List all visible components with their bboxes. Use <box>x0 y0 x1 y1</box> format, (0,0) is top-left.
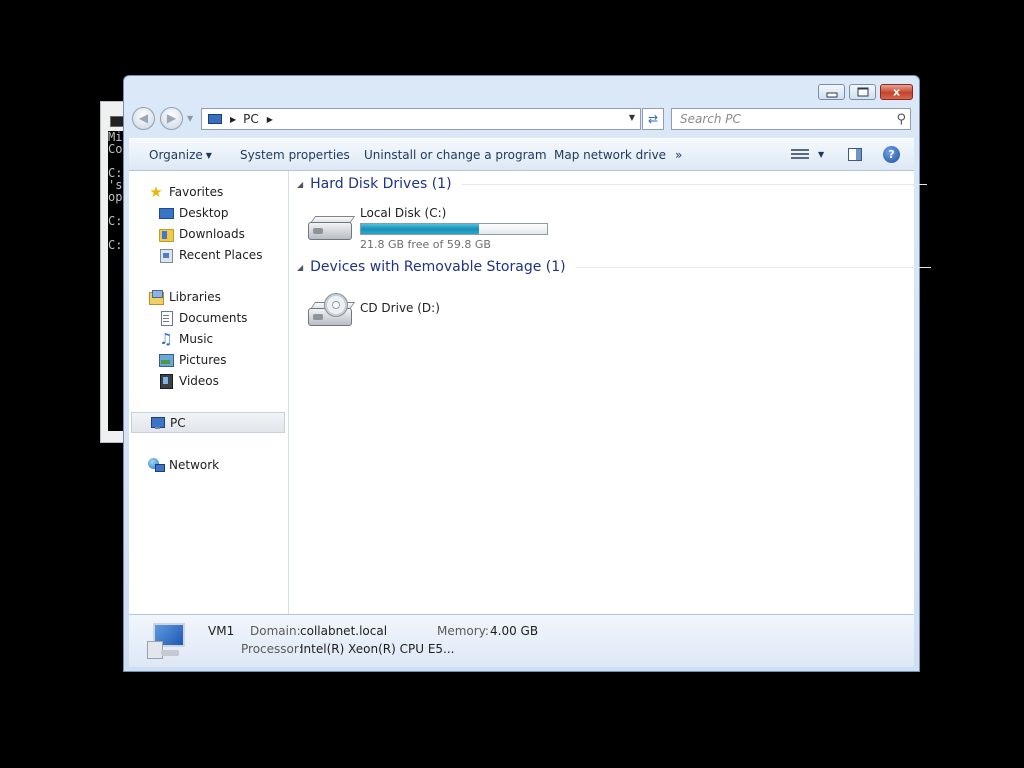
drive-usage-fill <box>361 224 480 234</box>
recent-places-icon <box>158 247 174 263</box>
computer-monitor-icon <box>147 621 191 661</box>
search-placeholder: Search PC <box>680 112 741 126</box>
forward-button[interactable]: ▶ <box>160 107 183 130</box>
domain-label: Domain: <box>250 624 301 638</box>
minimize-icon <box>826 92 837 98</box>
more-commands-button[interactable]: » <box>675 148 682 162</box>
group-divider <box>461 183 927 185</box>
drive-cd-d[interactable]: CD Drive (D:) <box>306 291 440 335</box>
drive-free-space: 21.8 GB free of 59.8 GB <box>360 238 491 251</box>
computer-name: VM1 <box>208 624 235 638</box>
maximize-icon <box>857 87 868 97</box>
change-view-icon[interactable] <box>791 147 813 163</box>
chevron-down-icon: ▼ <box>205 151 212 160</box>
cd-drive-icon <box>306 291 358 335</box>
uninstall-program-button[interactable]: Uninstall or change a program <box>364 148 547 162</box>
star-icon: ★ <box>149 182 163 201</box>
network-icon <box>148 457 165 473</box>
system-properties-button[interactable]: System properties <box>240 148 350 162</box>
group-divider <box>575 266 931 268</box>
view-options-dropdown-icon[interactable]: ▼ <box>818 150 824 159</box>
search-icon[interactable]: ⚲ <box>896 110 906 130</box>
forward-arrow-icon: ▶ <box>166 111 177 125</box>
nav-item-desktop[interactable]: Desktop <box>158 202 229 223</box>
nav-item-downloads[interactable]: Downloads <box>158 223 245 244</box>
videos-icon <box>158 373 174 389</box>
map-network-drive-button[interactable]: Map network drive <box>554 148 666 162</box>
breadcrumb-separator-icon[interactable]: ▶ <box>230 115 236 124</box>
recent-pages-dropdown[interactable]: ▼ <box>187 114 193 123</box>
back-button[interactable]: ◀ <box>132 107 155 130</box>
explorer-window: x ◀ ▶ ▼ ▶ PC ▶ ▼ ⇄ Search PC ⚲ Organize ▼… <box>123 75 931 672</box>
libraries-icon <box>148 289 164 305</box>
caption-buttons: x <box>818 84 913 100</box>
group-header-hard-disk-drives[interactable]: ◢ Hard Disk Drives (1) <box>297 176 927 192</box>
nav-item-documents[interactable]: Documents <box>158 307 247 328</box>
close-icon: x <box>892 85 901 99</box>
navigation-pane: ★ Favorites Desktop Downloads Recent Plac… <box>129 171 289 614</box>
organize-button[interactable]: Organize ▼ <box>149 148 212 162</box>
hard-drive-icon <box>306 205 358 249</box>
group-header-removable-storage[interactable]: ◢ Devices with Removable Storage (1) <box>297 259 931 275</box>
computer-icon <box>149 415 165 431</box>
processor-value: Intel(R) Xeon(R) CPU E5... <box>300 642 455 656</box>
breadcrumb-pc[interactable]: PC <box>243 112 259 126</box>
details-pane: VM1 Domain: collabnet.local Memory: 4.00… <box>129 614 914 667</box>
processor-label: Processor: <box>241 642 303 656</box>
back-arrow-icon: ◀ <box>138 111 149 125</box>
help-icon[interactable]: ? <box>883 146 900 163</box>
content-pane: ◢ Hard Disk Drives (1) Local Disk (C:) 2… <box>289 171 931 614</box>
preview-pane-icon[interactable] <box>848 148 862 161</box>
search-input[interactable]: Search PC ⚲ <box>671 108 911 130</box>
memory-label: Memory: <box>437 624 489 638</box>
collapse-triangle-icon[interactable]: ◢ <box>297 263 303 272</box>
collapse-triangle-icon[interactable]: ◢ <box>297 180 303 189</box>
nav-favorites[interactable]: ★ Favorites <box>148 181 223 202</box>
computer-icon <box>208 113 222 125</box>
address-bar[interactable]: ▶ PC ▶ ▼ <box>201 108 641 130</box>
documents-icon <box>158 310 174 326</box>
drive-usage-bar <box>360 223 548 235</box>
pictures-icon <box>158 352 174 368</box>
desktop-icon <box>158 205 174 221</box>
console-icon <box>110 116 124 127</box>
music-icon: ♫ <box>159 329 173 348</box>
domain-value: collabnet.local <box>300 624 388 638</box>
nav-item-music[interactable]: ♫ Music <box>158 328 213 349</box>
nav-item-recent-places[interactable]: Recent Places <box>158 244 262 265</box>
downloads-folder-icon <box>158 226 174 242</box>
refresh-button[interactable]: ⇄ <box>642 108 664 130</box>
drive-name: CD Drive (D:) <box>360 301 440 315</box>
drive-name: Local Disk (C:) <box>360 206 447 220</box>
maximize-button[interactable] <box>849 84 876 100</box>
close-button[interactable]: x <box>880 84 913 100</box>
nav-item-videos[interactable]: Videos <box>158 370 219 391</box>
address-history-dropdown-icon[interactable]: ▼ <box>629 113 635 122</box>
nav-libraries[interactable]: Libraries <box>148 286 221 307</box>
memory-value: 4.00 GB <box>490 624 539 638</box>
nav-item-pc[interactable]: PC <box>131 412 285 433</box>
command-bar: Organize ▼ System properties Uninstall or… <box>129 138 914 171</box>
minimize-button[interactable] <box>818 84 845 100</box>
drive-local-disk-c[interactable]: Local Disk (C:) 21.8 GB free of 59.8 GB <box>306 205 548 251</box>
breadcrumb-separator-icon[interactable]: ▶ <box>267 115 273 124</box>
nav-item-network[interactable]: Network <box>148 454 219 475</box>
nav-item-pictures[interactable]: Pictures <box>158 349 227 370</box>
refresh-icon: ⇄ <box>647 112 659 126</box>
